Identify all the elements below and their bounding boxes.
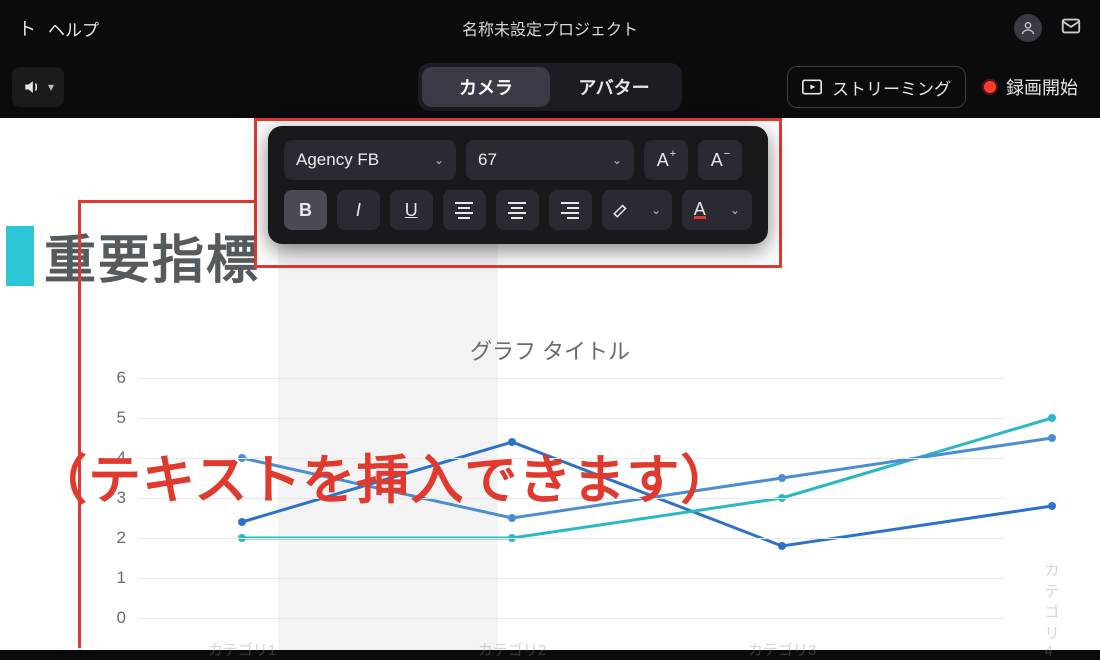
font-color-icon: A [694,202,706,219]
align-left-icon [455,202,473,219]
italic-button[interactable]: I [337,190,380,230]
record-button[interactable]: 録画開始 [982,74,1088,100]
font-size-select[interactable]: 67 ⌄ [466,140,634,180]
overlay-annotation-text: （テキストを挿入できます） [34,438,734,514]
callout-line-vertical [78,200,81,648]
highlight-color-button[interactable]: ⌄ [602,190,672,230]
help-menu[interactable]: ヘルプ [48,16,99,41]
y-tick: 5 [108,408,126,428]
tab-camera[interactable]: カメラ [422,67,550,107]
project-title: 名称未設定プロジェクト [462,16,638,40]
audio-button[interactable]: ▾ [12,67,64,107]
font-size-value: 67 [478,150,497,170]
chevron-down-icon: ▾ [48,80,54,94]
y-tick: 1 [108,568,126,588]
mail-button[interactable] [1060,15,1082,42]
font-family-value: Agency FB [296,150,379,170]
y-tick: 2 [108,528,126,548]
align-center-button[interactable] [496,190,539,230]
accent-square [6,226,34,286]
x-tick: カテゴリ4 [1044,559,1059,660]
tab-avatar[interactable]: アバター [550,67,678,107]
streaming-button[interactable]: ストリーミング [787,66,966,108]
align-center-icon [508,202,526,219]
menubar: ト ヘルプ 名称未設定プロジェクト [0,0,1100,56]
bold-button[interactable]: B [284,190,327,230]
mail-icon [1060,15,1082,37]
align-left-button[interactable] [443,190,486,230]
y-tick: 6 [108,368,126,388]
slide-heading[interactable]: 重要指標 [44,218,260,293]
font-color-button[interactable]: A ⌄ [682,190,752,230]
mode-tabs: カメラ アバター [418,63,682,111]
align-right-button[interactable] [549,190,592,230]
chevron-down-icon: ⌄ [612,153,622,167]
user-icon [1020,20,1036,36]
chevron-down-icon: ⌄ [730,203,740,217]
underline-button[interactable]: U [390,190,433,230]
text-format-toolbar: Agency FB ⌄ 67 ⌄ A+ A− B I U ⌄ A [268,126,768,244]
truncated-menu-item[interactable]: ト [18,15,36,41]
chevron-down-icon: ⌄ [651,203,661,217]
record-label: 録画開始 [1006,74,1078,100]
record-icon [982,79,998,95]
font-family-select[interactable]: Agency FB ⌄ [284,140,456,180]
font-decrease-button[interactable]: A− [698,140,742,180]
y-tick: 0 [108,608,126,628]
stream-icon [802,79,822,95]
align-right-icon [561,202,579,219]
callout-line-horizontal [78,200,256,203]
speaker-icon [22,77,42,97]
font-increase-button[interactable]: A+ [644,140,688,180]
account-avatar[interactable] [1014,14,1042,42]
main-toolbar: ▾ カメラ アバター ストリーミング 録画開始 [0,56,1100,118]
chevron-down-icon: ⌄ [434,153,444,167]
chart-title: グラフ タイトル [470,334,630,366]
streaming-label: ストリーミング [832,75,951,100]
highlight-icon [612,201,630,219]
